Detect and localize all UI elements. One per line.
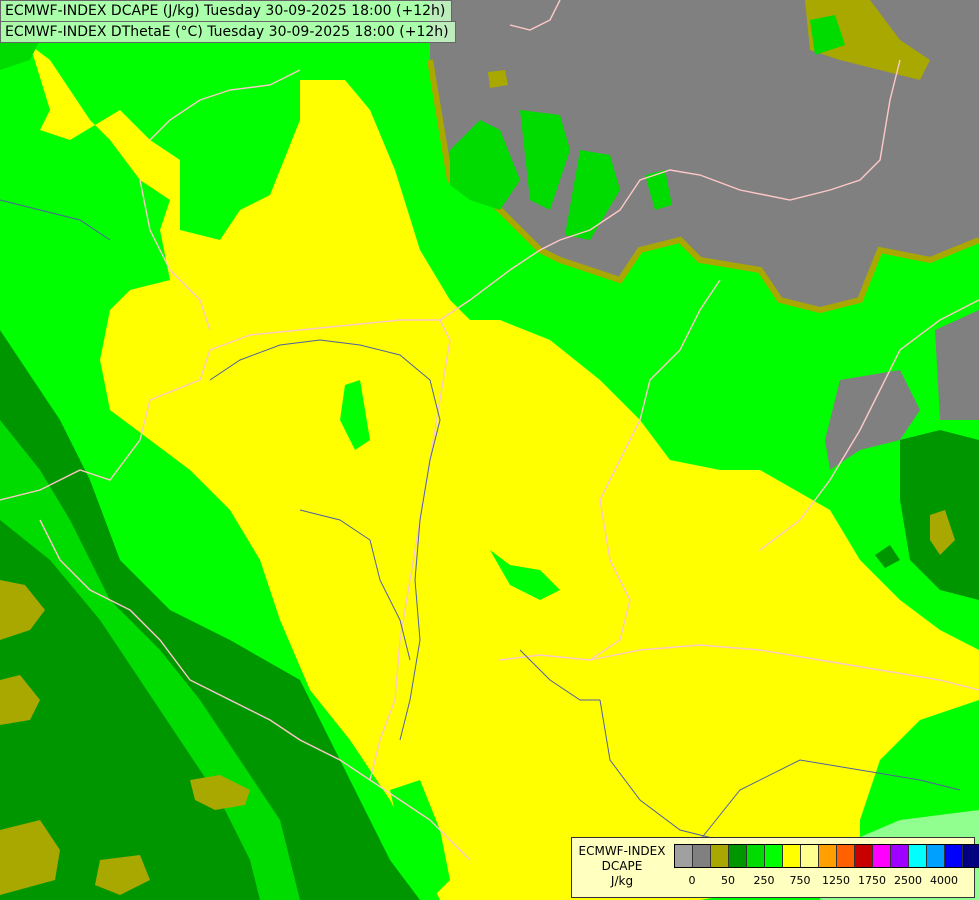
legend-tick-label: 250 [753,874,775,887]
map-title-dcape: ECMWF-INDEX DCAPE (J/kg) Tuesday 30-09-2… [0,0,453,22]
legend-swatch [873,845,891,867]
color-legend: ECMWF-INDEX DCAPE J/kg 0 50 250 750 1250 1750… [571,837,979,898]
legend-tick-label: 1250 [822,874,850,887]
legend-swatch [927,845,945,867]
legend-swatch [729,845,747,867]
legend-tick-label: 4000 [930,874,958,887]
legend-tick-label: 0 [688,874,696,887]
legend-swatch [855,845,873,867]
map-title-dthetae: ECMWF-INDEX DThetaE (°C) Tuesday 30-09-2… [0,21,456,43]
legend-swatch [819,845,837,867]
legend-ticks: 0 50 250 750 1250 1750 2500 4000 [674,874,974,890]
legend-swatch [783,845,801,867]
legend-tick-label: 2500 [894,874,922,887]
legend-swatches [674,844,979,868]
legend-unit: J/kg [610,874,634,888]
legend-swatch [765,845,783,867]
legend-swatch [693,845,711,867]
olive-patch-north-small [488,70,508,88]
dcape-map [0,0,979,900]
legend-swatch [711,845,729,867]
legend-swatch [945,845,963,867]
legend-title: ECMWF-INDEX DCAPE J/kg [572,844,672,889]
legend-swatch [675,845,693,867]
legend-tick-label: 1750 [858,874,886,887]
legend-swatch [963,845,979,867]
legend-swatch [909,845,927,867]
legend-variable: DCAPE [601,859,643,873]
legend-swatch [801,845,819,867]
legend-tick-label: 50 [721,874,735,887]
legend-swatch [837,845,855,867]
legend-model: ECMWF-INDEX [578,844,666,858]
legend-swatch [891,845,909,867]
legend-tick-label: 750 [789,874,811,887]
legend-swatch [747,845,765,867]
